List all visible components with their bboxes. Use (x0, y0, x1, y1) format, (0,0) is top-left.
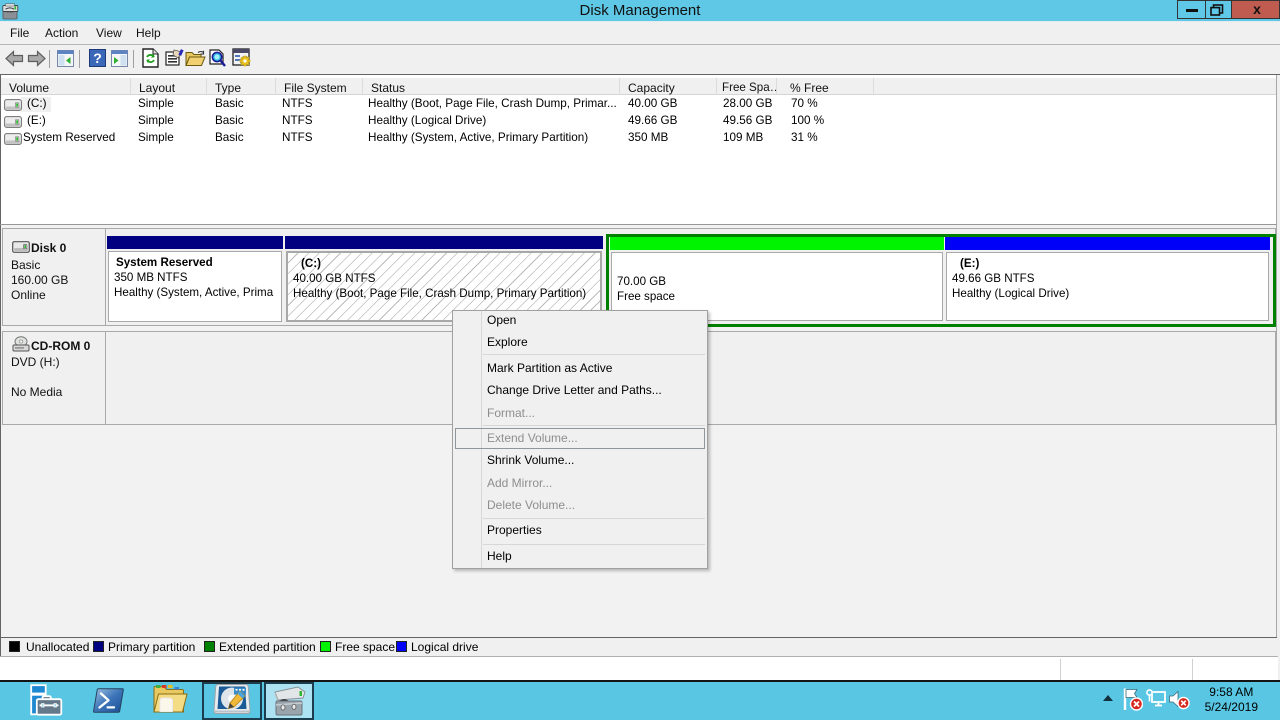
svg-text:?: ? (93, 50, 102, 66)
